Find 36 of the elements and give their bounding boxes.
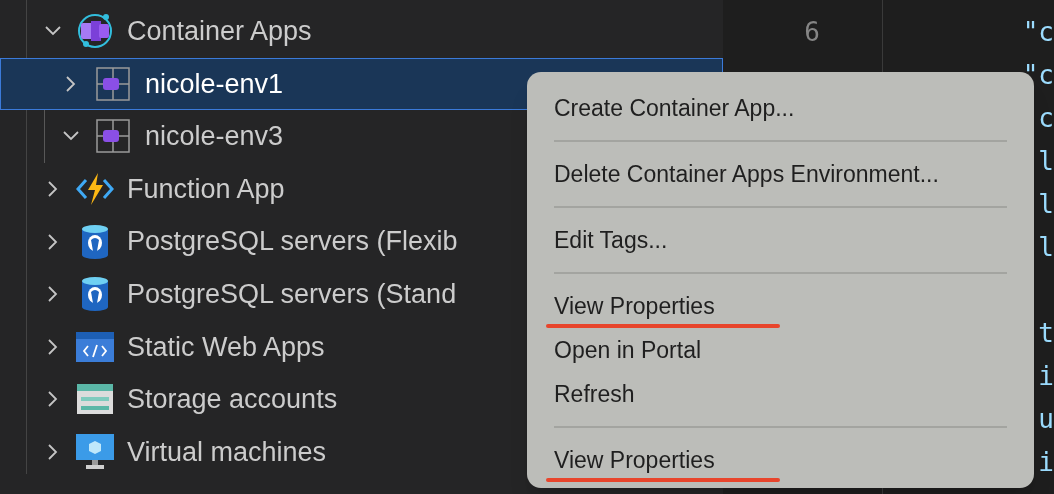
line-number: 6 <box>804 16 820 49</box>
monitor-icon <box>76 434 114 471</box>
code-window-icon <box>76 331 114 362</box>
tree-item[interactable]: Container Apps <box>0 5 723 58</box>
tree-item-label: Storage accounts <box>127 383 338 417</box>
menu-item[interactable]: View Properties <box>554 438 1007 482</box>
menu-item[interactable]: Edit Tags... <box>554 218 1007 262</box>
tree-item-label: Static Web Apps <box>127 330 325 364</box>
code-text: u <box>1038 404 1054 434</box>
code-text: i <box>1038 361 1054 391</box>
tree-item-label: nicole-env1 <box>145 67 284 101</box>
code-text: l <box>1038 232 1054 262</box>
code-text: l <box>1038 189 1054 219</box>
container-apps-icon <box>76 12 114 51</box>
tree-item-label: Container Apps <box>127 15 312 49</box>
menu-item[interactable]: Delete Container Apps Environment... <box>554 152 1007 196</box>
database-icon <box>81 276 109 313</box>
tree-item-label: PostgreSQL servers (Flexib <box>127 225 458 259</box>
tree-item-label: PostgreSQL servers (Stand <box>127 278 457 311</box>
code-text: i <box>1038 447 1054 477</box>
code-text: l <box>1038 146 1054 176</box>
tree-item-label: Virtual machines <box>127 435 327 469</box>
environment-icon <box>95 65 131 102</box>
environment-icon <box>95 118 131 155</box>
storage-icon <box>77 384 113 415</box>
code-text: "c <box>1022 60 1054 90</box>
menu-item[interactable]: View Properties <box>554 284 1007 328</box>
tree-item-label: nicole-env3 <box>145 120 284 154</box>
tree-item-label: Function App <box>127 172 285 206</box>
code-text: "c <box>1022 17 1054 47</box>
menu-item[interactable]: Refresh <box>554 372 1007 416</box>
code-text: t <box>1038 318 1054 348</box>
code-text: c <box>1038 103 1054 133</box>
menu-item[interactable]: Open in Portal <box>554 328 1007 372</box>
lightning-icon <box>76 172 114 207</box>
database-icon <box>81 223 109 260</box>
